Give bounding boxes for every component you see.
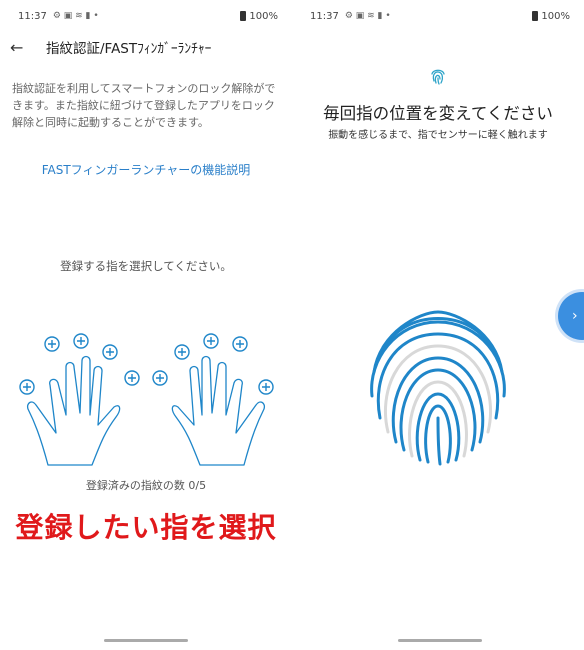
fingerprint-enroll-screen: 11:37 ⚙ ▣ ≋ ▮ • 100% 毎回指の位置を変えてください 振動を感… bbox=[292, 0, 584, 650]
enroll-instruction-title: 毎回指の位置を変えてください bbox=[323, 104, 553, 123]
add-left-thumb-button[interactable] bbox=[19, 379, 35, 395]
add-right-middle-button[interactable] bbox=[203, 333, 219, 349]
select-finger-prompt: 登録する指を選択してください。 bbox=[60, 259, 232, 273]
finger-select-screen: 11:37 ⚙ ▣ ≋ ▮ • 100% ← 指紋認証/FASTﾌｨﾝｶﾞｰﾗﾝ… bbox=[0, 0, 292, 650]
add-left-middle-button[interactable] bbox=[73, 333, 89, 349]
back-arrow-icon[interactable]: ← bbox=[10, 38, 32, 57]
gesture-nav-bar[interactable] bbox=[104, 639, 188, 642]
gesture-nav-bar[interactable] bbox=[398, 639, 482, 642]
add-left-little-button[interactable] bbox=[124, 370, 140, 386]
status-time: 11:37 bbox=[18, 10, 47, 22]
chevron-right-icon: › bbox=[572, 308, 578, 324]
fingerprint-progress-icon bbox=[370, 310, 506, 466]
status-time: 11:37 bbox=[310, 10, 339, 22]
right-hand-icon bbox=[171, 355, 266, 466]
add-right-thumb-button[interactable] bbox=[258, 379, 274, 395]
status-icons: ⚙ ▣ ≋ ▮ • bbox=[344, 11, 391, 21]
status-icons: ⚙ ▣ ≋ ▮ • bbox=[52, 11, 99, 21]
enroll-instruction-subtitle: 振動を感じるまで、指でセンサーに軽く触れます bbox=[328, 130, 548, 141]
status-bar: 11:37 ⚙ ▣ ≋ ▮ • 100% bbox=[292, 0, 584, 32]
battery-level: 100% bbox=[249, 10, 278, 22]
battery-indicator: 100% bbox=[240, 11, 278, 22]
feature-explanation-link[interactable]: FASTフィンガーランチャーの機能説明 bbox=[0, 161, 292, 178]
battery-indicator: 100% bbox=[532, 11, 570, 22]
description-text: 指紋認証を利用してスマートフォンのロック解除ができます。また指紋に紐づけて登録し… bbox=[12, 82, 276, 129]
left-hand-icon bbox=[26, 355, 121, 466]
page-title: 指紋認証/FASTﾌｨﾝｶﾞｰﾗﾝﾁｬｰ bbox=[46, 41, 212, 57]
battery-level: 100% bbox=[541, 10, 570, 22]
add-right-index-button[interactable] bbox=[232, 336, 248, 352]
fingerprint-small-icon bbox=[431, 69, 445, 85]
overlay-caption: 登録したい指を選択 bbox=[15, 511, 277, 544]
registered-fingerprint-count: 登録済みの指紋の数 0/5 bbox=[85, 479, 207, 492]
add-left-index-button[interactable] bbox=[44, 336, 60, 352]
add-right-little-button[interactable] bbox=[152, 370, 168, 386]
hands-diagram bbox=[19, 333, 274, 466]
battery-icon bbox=[240, 11, 247, 21]
app-bar: ← 指紋認証/FASTﾌｨﾝｶﾞｰﾗﾝﾁｬｰ bbox=[0, 32, 292, 62]
add-right-ring-button[interactable] bbox=[174, 344, 190, 360]
add-left-ring-button[interactable] bbox=[102, 344, 118, 360]
battery-icon bbox=[532, 11, 539, 21]
status-bar: 11:37 ⚙ ▣ ≋ ▮ • 100% bbox=[0, 0, 292, 32]
